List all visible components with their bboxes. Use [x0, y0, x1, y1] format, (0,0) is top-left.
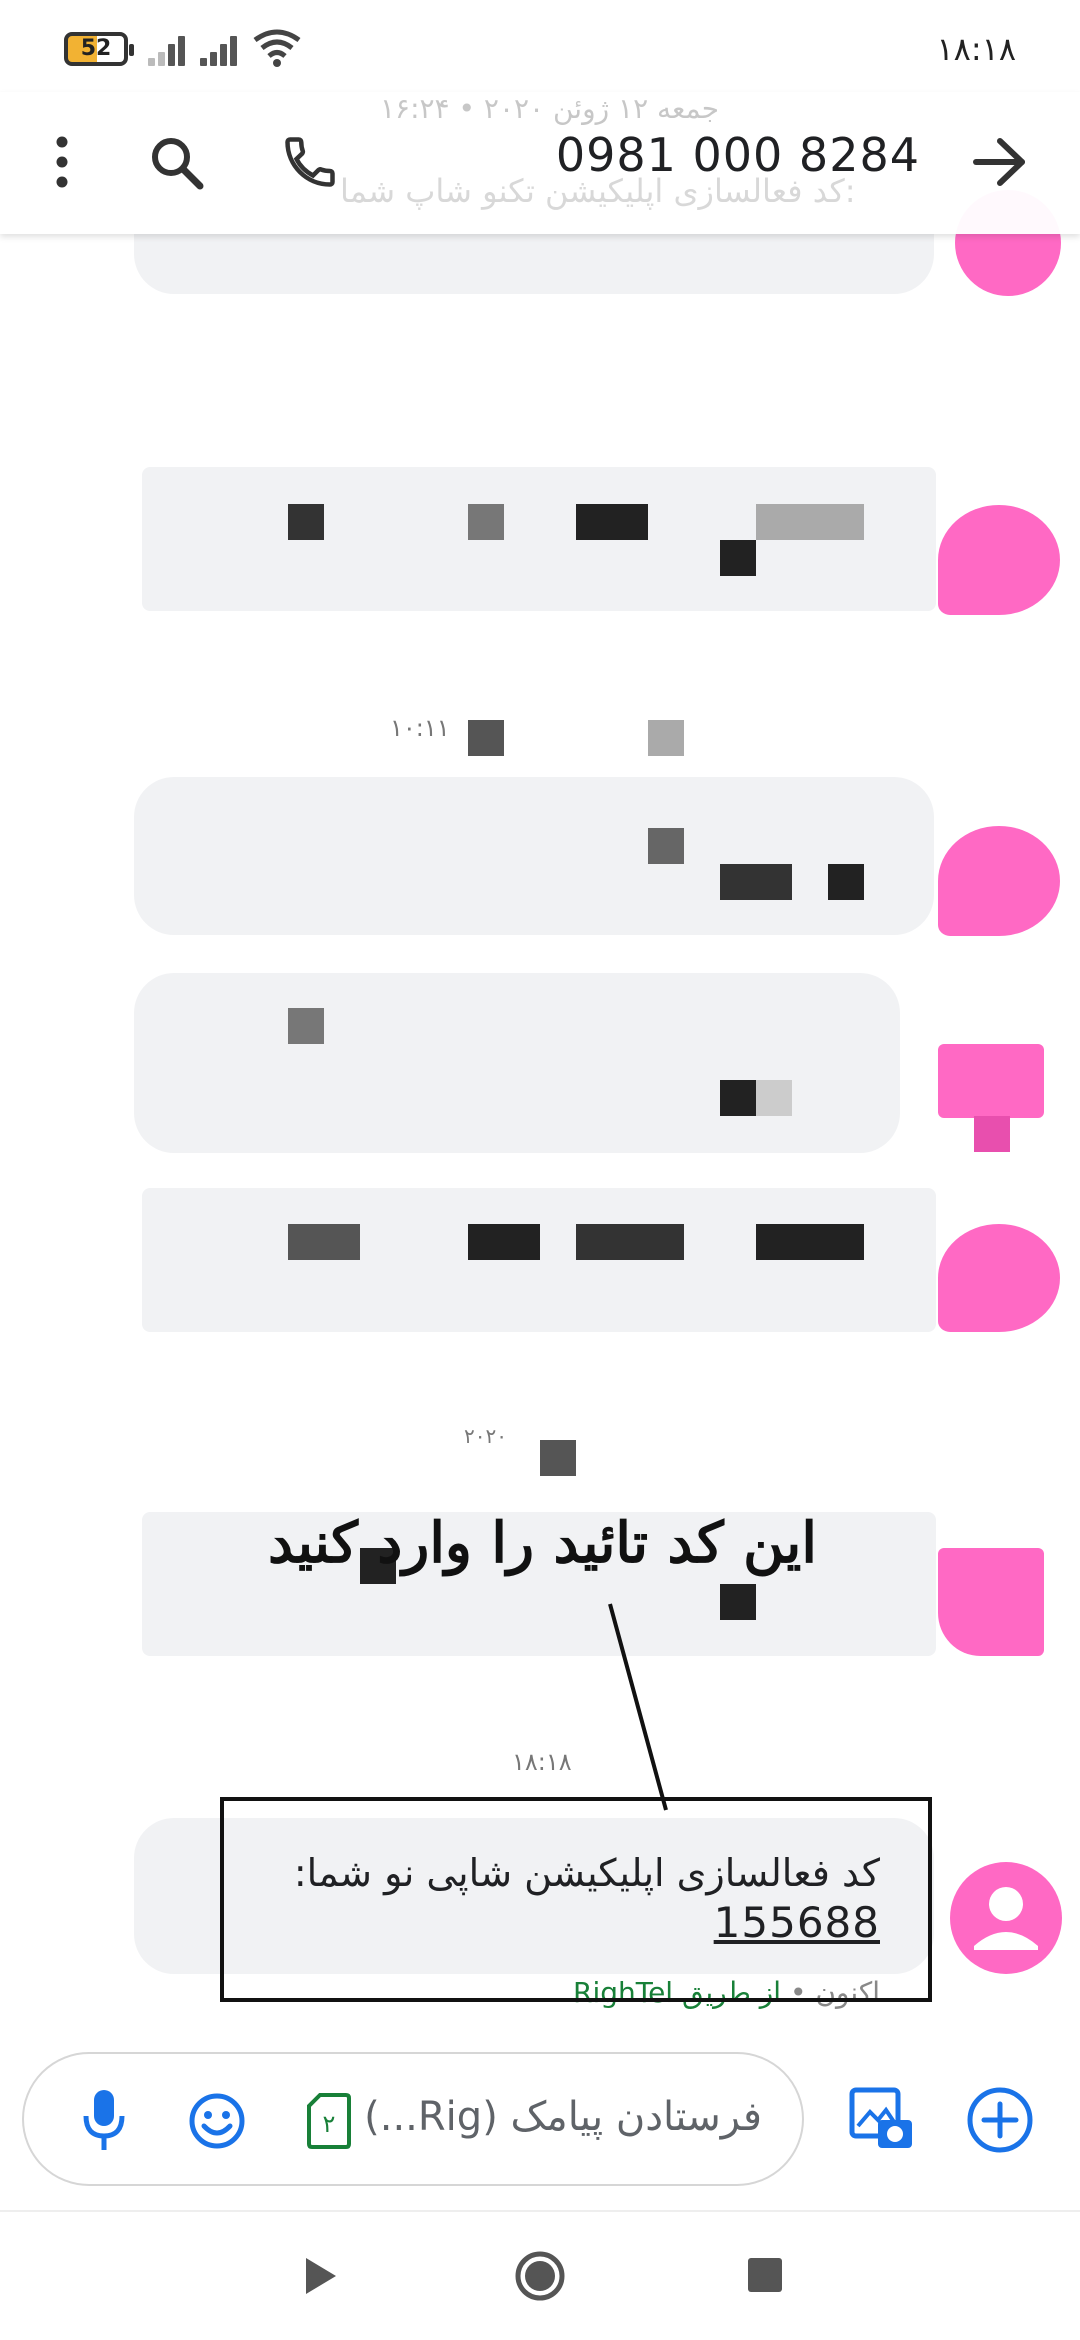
signal-icon: [200, 30, 244, 66]
avatar-person-icon[interactable]: [950, 1862, 1062, 1974]
redacted-block: [576, 504, 648, 540]
back-arrow-icon[interactable]: [972, 136, 1028, 188]
redacted-block: [468, 504, 504, 540]
annotation-frame: [220, 1797, 932, 2002]
messages-screen: 52 ۱۸:۱۸ جمعه ۱۲ ژوئن ۲۰۲۰ • ۱۶:۲۴ کد فع…: [0, 0, 1080, 2340]
conversation-title: 0981 000 8284: [555, 128, 920, 182]
app-bar: جمعه ۱۲ ژوئن ۲۰۲۰ • ۱۶:۲۴ کد فعالسازی اپ…: [0, 92, 1080, 234]
mic-icon[interactable]: [82, 2086, 126, 2154]
battery-indicator: 52: [64, 32, 134, 66]
redacted-block: [720, 1080, 756, 1116]
add-circle-icon[interactable]: [966, 2086, 1034, 2154]
ghost-date: جمعه ۱۲ ژوئن ۲۰۲۰ • ۱۶:۲۴: [380, 92, 720, 125]
message-bubble[interactable]: [142, 1188, 936, 1332]
redacted-block: [720, 540, 756, 576]
avatar: [938, 1224, 1060, 1332]
gallery-camera-icon[interactable]: [848, 2086, 916, 2154]
nav-recents-icon[interactable]: [746, 2256, 784, 2294]
redacted-block: [756, 504, 864, 540]
status-time: ۱۸:۱۸: [936, 30, 1016, 68]
redacted-block: [468, 1224, 540, 1260]
redacted-block: [288, 1224, 360, 1260]
redacted-block: [720, 864, 792, 900]
nav-back-icon[interactable]: [300, 2254, 340, 2298]
avatar: [938, 505, 1060, 615]
search-icon[interactable]: [148, 134, 206, 192]
system-nav-bar: [0, 2210, 1080, 2340]
timestamp: ۲۰۲۰: [464, 1424, 507, 1448]
redacted-block: [756, 1224, 864, 1260]
more-vert-icon[interactable]: [44, 132, 80, 192]
emoji-icon[interactable]: [188, 2092, 246, 2150]
phone-icon[interactable]: [280, 132, 340, 192]
redacted-block: [974, 1116, 1010, 1152]
redacted-block: [828, 864, 864, 900]
annotation-label: این کد تائید را وارد کنید: [268, 1510, 817, 1576]
avatar: [938, 1044, 1044, 1118]
redacted-block: [540, 1440, 576, 1476]
svg-text:۲: ۲: [323, 2110, 336, 2138]
compose-bar[interactable]: ۲ فرستادن پیامک (Rig...): [22, 2052, 804, 2186]
redacted-block: [288, 1008, 324, 1044]
redacted-block: [648, 720, 684, 756]
sim-2-icon[interactable]: ۲: [306, 2092, 352, 2150]
annotation-arrow-line: [608, 1603, 668, 1811]
timestamp: ۱۸:۱۸: [512, 1748, 572, 1776]
message-bubble[interactable]: [134, 973, 900, 1153]
redacted-block: [576, 1224, 684, 1260]
nav-home-icon[interactable]: [514, 2250, 566, 2302]
timestamp: ۱۰:۱۱: [390, 714, 450, 742]
redacted-block: [756, 1080, 792, 1116]
wifi-icon: [253, 29, 301, 67]
redacted-block: [468, 720, 504, 756]
signal-icon: [148, 30, 192, 66]
status-bar: 52 ۱۸:۱۸: [0, 0, 1080, 92]
message-bubble[interactable]: [134, 777, 934, 935]
redacted-block: [720, 1584, 756, 1620]
redacted-block: [648, 828, 684, 864]
compose-input[interactable]: فرستادن پیامک (Rig...): [364, 2094, 762, 2140]
avatar: [938, 1548, 1044, 1656]
avatar: [938, 826, 1060, 936]
redacted-block: [288, 504, 324, 540]
